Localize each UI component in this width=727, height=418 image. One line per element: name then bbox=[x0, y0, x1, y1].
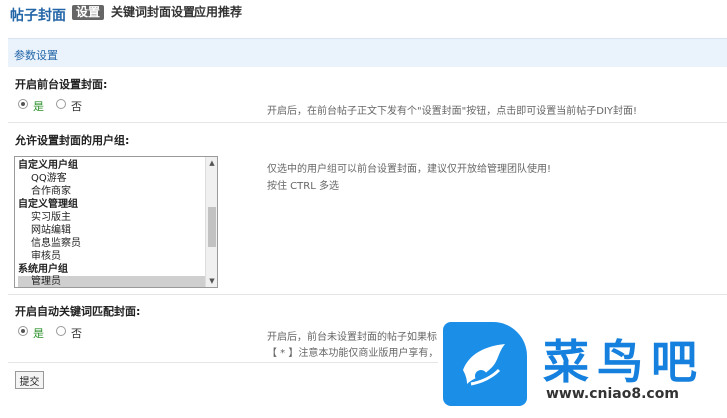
front-cover-yes-label[interactable]: 是 bbox=[33, 98, 44, 114]
auto-keyword-hint: 开启后，前台未设置封面的帖子如果标 bbox=[267, 332, 437, 343]
divider bbox=[8, 294, 727, 295]
user-groups-hint: 仅选中的用户组可以前台设置封面，建议仅开放给管理团队使用! bbox=[267, 164, 552, 175]
auto-keyword-label: 开启自动关键词匹配封面: bbox=[15, 305, 141, 318]
app-title: 帖子封面 bbox=[10, 8, 66, 24]
auto-keyword-no-label[interactable]: 否 bbox=[71, 325, 82, 341]
auto-keyword-note: 【 * 】注意本功能仅商业版用户享有， bbox=[267, 348, 439, 359]
user-groups-listbox[interactable]: 自定义用户组 QQ游客 合作商家 自定义管理组 实习版主 网站编辑 信息监察员 … bbox=[14, 156, 218, 288]
scroll-thumb[interactable] bbox=[208, 207, 216, 247]
list-item[interactable]: 信息监察员 bbox=[18, 238, 205, 250]
section-header: 参数设置 bbox=[8, 38, 727, 67]
front-cover-yes-radio[interactable] bbox=[18, 99, 28, 109]
listbox-scrollbar[interactable]: ▲ ▼ bbox=[205, 157, 217, 287]
auto-keyword-yes-radio[interactable] bbox=[18, 326, 28, 336]
list-item[interactable]: 系统用户组 bbox=[18, 264, 205, 276]
list-item[interactable]: 合作商家 bbox=[18, 186, 205, 198]
list-item[interactable]: 实习版主 bbox=[18, 212, 205, 224]
scroll-down-icon[interactable]: ▼ bbox=[206, 275, 217, 287]
watermark-name: 菜鸟吧 bbox=[543, 335, 705, 389]
auto-keyword-radio-group: 是 否 bbox=[18, 325, 98, 341]
front-cover-no-radio[interactable] bbox=[56, 99, 66, 109]
tab-keyword-cover[interactable]: 关键词封面设置 bbox=[111, 5, 195, 20]
watermark: 菜鸟吧 www.cniao8.com bbox=[438, 320, 727, 418]
user-groups-label: 允许设置封面的用户组: bbox=[15, 134, 130, 147]
user-groups-ctrl-hint: 按住 CTRL 多选 bbox=[267, 181, 339, 192]
submit-button[interactable]: 提交 bbox=[15, 371, 44, 389]
bird-icon bbox=[463, 344, 505, 386]
divider bbox=[8, 122, 727, 123]
list-item[interactable]: 网站编辑 bbox=[18, 225, 205, 237]
top-bar: 帖子封面 设置 关键词封面设置 应用推荐 bbox=[0, 0, 727, 26]
list-item[interactable]: 审核员 bbox=[18, 251, 205, 263]
auto-keyword-no-radio[interactable] bbox=[56, 326, 66, 336]
front-cover-hint: 开启后，在前台帖子正文下发有个"设置封面"按钮，点击即可设置当前帖子DIY封面! bbox=[267, 106, 637, 117]
watermark-url: www.cniao8.com bbox=[546, 386, 679, 402]
auto-keyword-yes-label[interactable]: 是 bbox=[33, 325, 44, 341]
list-item[interactable]: 自定义用户组 bbox=[18, 160, 205, 172]
list-item[interactable]: 自定义管理组 bbox=[18, 199, 205, 211]
front-cover-no-label[interactable]: 否 bbox=[71, 98, 82, 114]
scroll-up-icon[interactable]: ▲ bbox=[206, 157, 217, 169]
section-title: 参数设置 bbox=[14, 49, 58, 62]
front-cover-radio-group: 是 否 bbox=[18, 98, 98, 114]
bird-logo-icon bbox=[443, 322, 527, 406]
tab-settings[interactable]: 设置 bbox=[72, 5, 105, 20]
tab-app-recommend[interactable]: 应用推荐 bbox=[194, 5, 242, 20]
front-cover-label: 开启前台设置封面: bbox=[15, 78, 108, 91]
list-item-selected[interactable]: 管理员 bbox=[18, 276, 205, 287]
list-item[interactable]: QQ游客 bbox=[18, 173, 205, 185]
